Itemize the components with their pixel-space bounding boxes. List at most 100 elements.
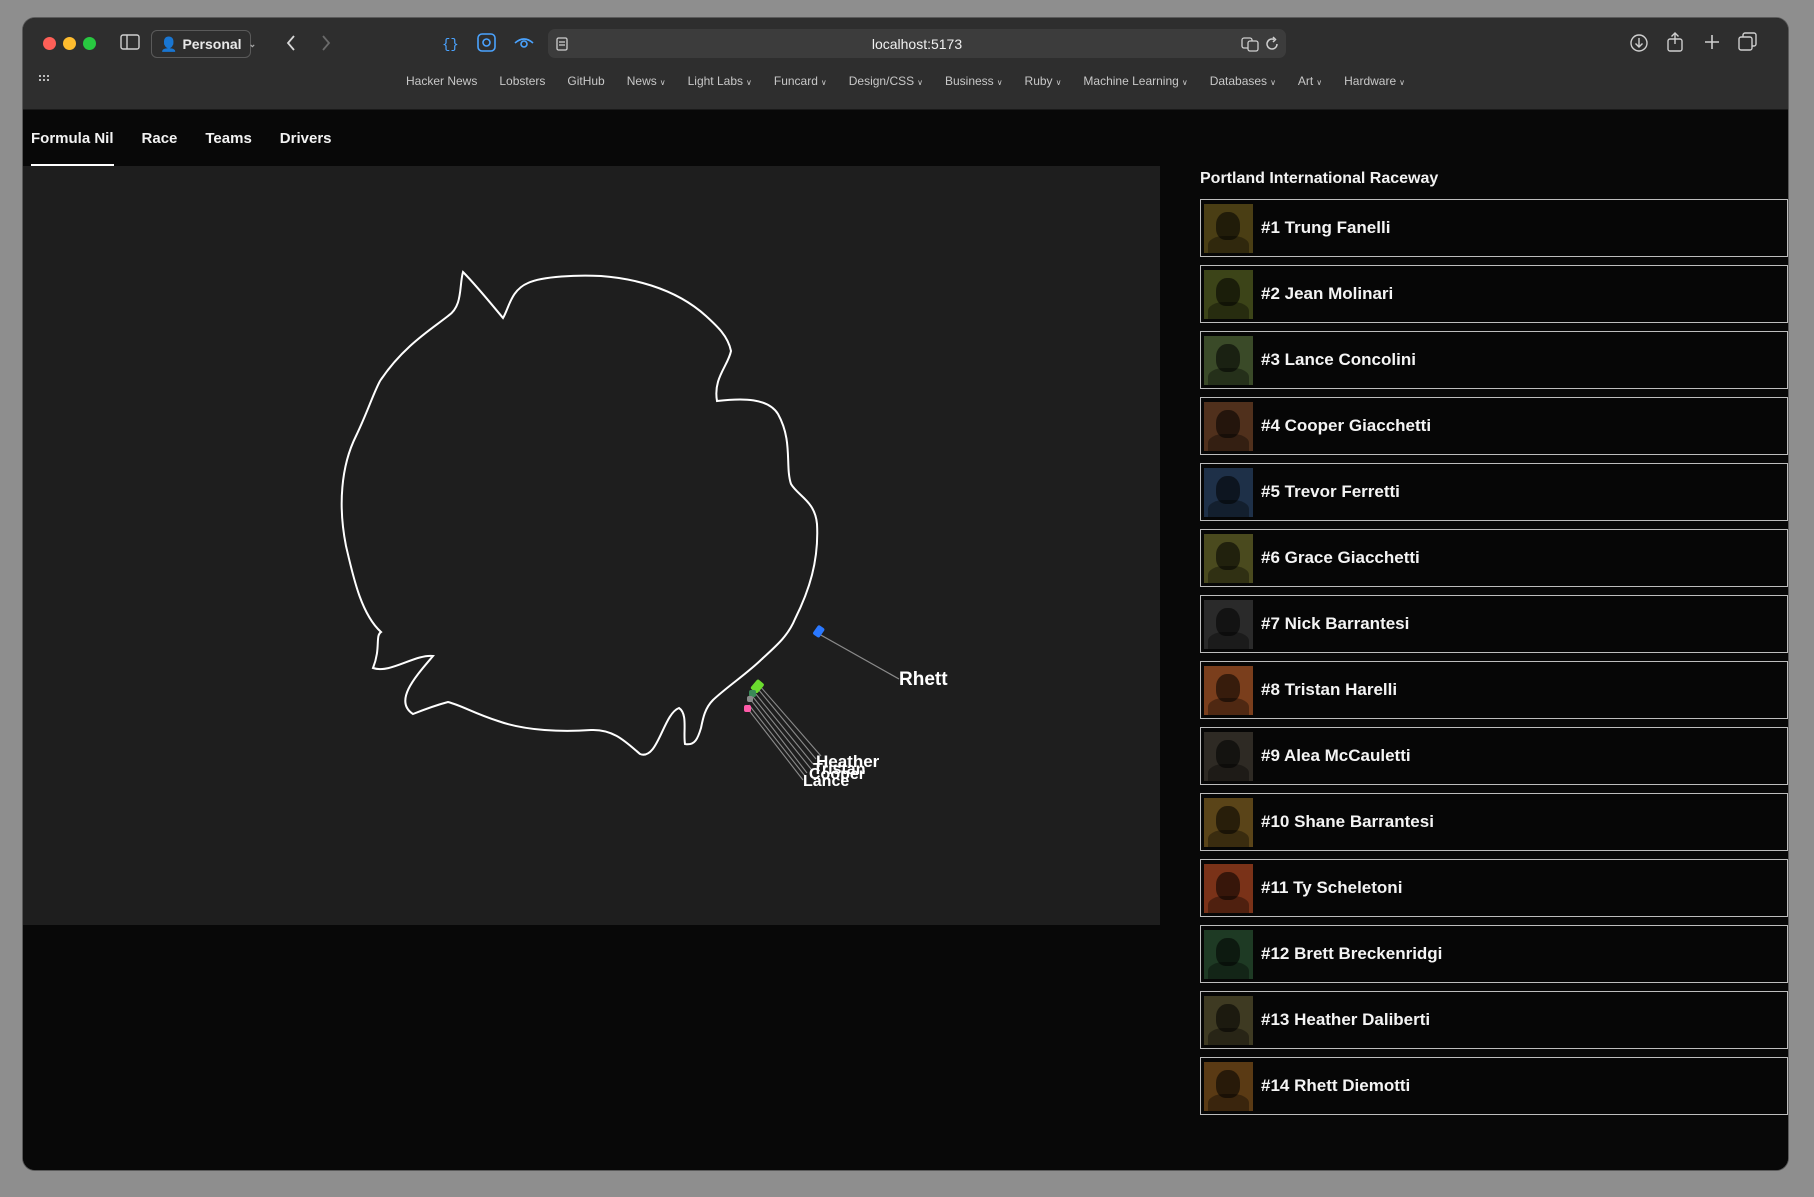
pack-label-lance: Lance	[803, 773, 849, 790]
bookmark-item[interactable]: Ruby ∨	[1025, 74, 1062, 88]
driver-name: #3 Lance Concolini	[1261, 350, 1416, 369]
driver-card[interactable]: #4 Cooper Giacchetti	[1200, 397, 1788, 455]
bookmark-label: Design/CSS	[848, 74, 915, 88]
driver-card[interactable]: #13 Heather Daliberti	[1200, 991, 1788, 1049]
bookmark-item[interactable]: Lobsters	[499, 74, 545, 88]
driver-name: #12 Brett Breckenridgi	[1261, 944, 1443, 963]
chevron-down-icon: ∨	[1316, 78, 1323, 87]
bookmark-label: Light Labs	[687, 74, 743, 88]
driver-card[interactable]: #5 Trevor Ferretti	[1200, 463, 1788, 521]
driver-name: #10 Shane Barrantesi	[1261, 812, 1434, 831]
bookmark-item[interactable]: Databases ∨	[1210, 74, 1276, 88]
bookmark-label: News	[626, 74, 657, 88]
driver-portrait	[1204, 665, 1253, 715]
driver-name: #4 Cooper Giacchetti	[1261, 416, 1432, 435]
tab-teams[interactable]: Teams	[205, 110, 251, 166]
bookmark-label: Ruby	[1024, 74, 1053, 88]
bookmark-item[interactable]: Hacker News	[406, 74, 477, 88]
track-canvas: Rhett Heather Tristan Cooper Lance	[23, 166, 1160, 925]
chevron-down-icon: ∨	[1181, 78, 1188, 87]
svg-text:{}: {}	[442, 37, 459, 53]
driver-card[interactable]: #14 Rhett Diemotti	[1200, 1057, 1788, 1115]
bookmark-label: Art	[1297, 74, 1314, 88]
driver-card[interactable]: #2 Jean Molinari	[1200, 265, 1788, 323]
driver-card[interactable]: #12 Brett Breckenridgi	[1200, 925, 1788, 983]
close-window-button[interactable]	[43, 37, 56, 50]
bookmark-label: GitHub	[567, 74, 605, 88]
bookmark-item[interactable]: Hardware ∨	[1344, 74, 1405, 88]
chevron-down-icon: ∨	[1055, 78, 1062, 87]
bookmark-item[interactable]: Art ∨	[1298, 74, 1322, 88]
bookmark-label: Hacker News	[405, 74, 478, 88]
extension-braces-icon[interactable]: {}	[440, 33, 460, 53]
bookmark-label: Databases	[1209, 74, 1268, 88]
driver-name: #7 Nick Barrantesi	[1261, 614, 1410, 633]
extension-grid-icon[interactable]	[476, 32, 498, 54]
app-page: Formula Nil Race Teams Drivers Rhett Hea…	[23, 110, 1788, 1170]
bookmark-item[interactable]: Business ∨	[945, 74, 1003, 88]
driver-name: #13 Heather Daliberti	[1261, 1010, 1431, 1029]
driver-portrait	[1204, 797, 1253, 847]
bookmark-item[interactable]: Light Labs ∨	[688, 74, 752, 88]
tab-overview-icon[interactable]	[1738, 32, 1758, 52]
bookmark-item[interactable]: Funcard ∨	[774, 74, 827, 88]
tab-race[interactable]: Race	[142, 110, 178, 166]
browser-window: 👤 Personal ⌄ {} localhost:5173 Hacker Ne…	[23, 18, 1788, 1170]
car-marker-pack-2[interactable]	[747, 696, 753, 702]
bookmark-item[interactable]: Machine Learning ∨	[1083, 74, 1187, 88]
url-text: localhost:5173	[871, 36, 963, 52]
driver-card[interactable]: #11 Ty Scheletoni	[1200, 859, 1788, 917]
share-icon[interactable]	[1666, 31, 1684, 53]
bookmark-item[interactable]: News ∨	[627, 74, 666, 88]
chevron-down-icon: ⌄	[248, 38, 257, 49]
reload-icon[interactable]	[1264, 36, 1280, 52]
driver-name: #5 Trevor Ferretti	[1261, 482, 1400, 501]
chevron-down-icon: ∨	[746, 78, 752, 87]
driver-card[interactable]: #6 Grace Giacchetti	[1200, 529, 1788, 587]
new-tab-icon[interactable]	[1703, 33, 1721, 51]
driver-card[interactable]: #3 Lance Concolini	[1200, 331, 1788, 389]
minimize-window-button[interactable]	[63, 37, 76, 50]
bookmark-label: Hardware	[1344, 74, 1397, 88]
chevron-down-icon: ∨	[996, 78, 1003, 87]
downloads-icon[interactable]	[1629, 33, 1649, 53]
bookmark-item[interactable]: GitHub	[567, 74, 604, 88]
driver-card[interactable]: #8 Tristan Harelli	[1200, 661, 1788, 719]
extension-eye-icon[interactable]	[513, 34, 535, 52]
rhett-leader-line	[818, 633, 900, 680]
chevron-down-icon: ∨	[1270, 78, 1276, 87]
forward-icon[interactable]	[320, 34, 332, 52]
zoom-window-button[interactable]	[83, 37, 96, 50]
sidebar-toggle-icon[interactable]	[120, 34, 140, 50]
car-marker-pink[interactable]	[744, 705, 751, 712]
driver-card[interactable]: #9 Alea McCauletti	[1200, 727, 1788, 785]
profile-selector[interactable]: 👤 Personal ⌄	[151, 30, 256, 58]
translate-icon[interactable]	[1241, 36, 1259, 52]
driver-portrait	[1204, 995, 1253, 1045]
main-nav: Formula Nil Race Teams Drivers	[31, 110, 332, 166]
driver-card[interactable]: #7 Nick Barrantesi	[1200, 595, 1788, 653]
chevron-down-icon: ∨	[659, 78, 666, 87]
driver-card[interactable]: #10 Shane Barrantesi	[1200, 793, 1788, 851]
driver-list: #1 Trung Fanelli #2 Jean Molinari #3 Lance…	[1200, 199, 1788, 1123]
bookmark-label: Lobsters	[499, 74, 546, 88]
car-marker-pack[interactable]	[749, 690, 756, 697]
bookmark-label: Machine Learning	[1083, 74, 1179, 88]
address-bar[interactable]: localhost:5173	[548, 29, 1286, 58]
back-icon[interactable]	[285, 34, 297, 52]
bookmark-item[interactable]: Design/CSS ∨	[849, 74, 923, 88]
driver-card[interactable]: #1 Trung Fanelli	[1200, 199, 1788, 257]
tab-formula-nil[interactable]: Formula Nil	[31, 110, 114, 166]
tab-drivers[interactable]: Drivers	[280, 110, 332, 166]
rhett-label: Rhett	[899, 669, 948, 690]
driver-portrait	[1204, 1061, 1253, 1111]
browser-toolbar: 👤 Personal ⌄ {} localhost:5173 Hacker Ne…	[23, 18, 1788, 110]
race-track-svg: Rhett Heather Tristan Cooper Lance	[340, 270, 948, 790]
driver-portrait	[1204, 467, 1253, 517]
driver-portrait	[1204, 533, 1253, 583]
driver-portrait	[1204, 269, 1253, 319]
driver-name: #14 Rhett Diemotti	[1261, 1076, 1411, 1095]
chevron-down-icon: ∨	[820, 78, 827, 87]
chevron-down-icon: ∨	[917, 78, 923, 87]
driver-portrait	[1204, 731, 1253, 781]
